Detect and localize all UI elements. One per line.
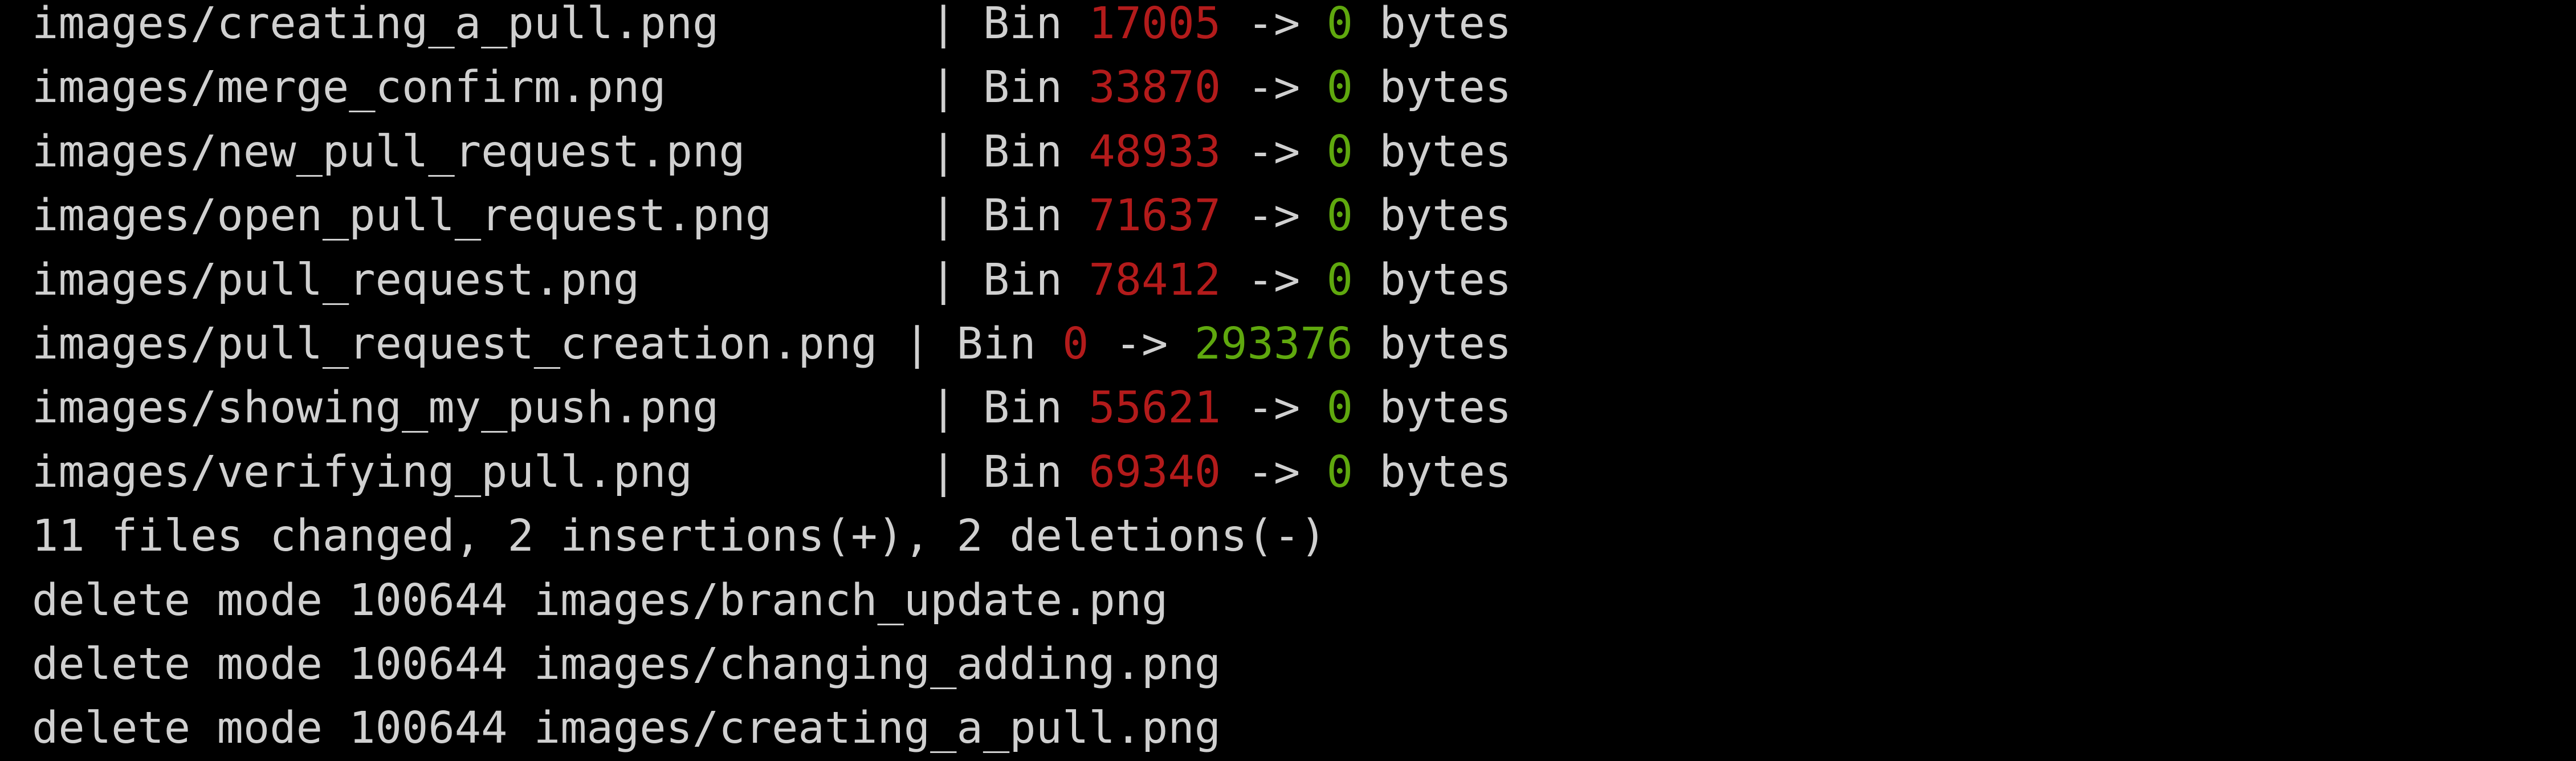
stat-separator: | Bin [903, 318, 1062, 369]
stat-separator: | Bin [930, 0, 1089, 49]
old-size: 33870 [1089, 62, 1221, 113]
delete-mode-line: delete mode 100644 images/branch_update.… [32, 575, 1168, 626]
diffstat-row: images/open_pull_request.png | Bin 71637… [32, 184, 2576, 248]
diffstat-row: images/showing_my_push.png | Bin 55621 -… [32, 376, 2576, 440]
new-size: 0 [1326, 0, 1353, 49]
delete-mode-line: delete mode 100644 images/changing_addin… [32, 638, 1221, 690]
new-size: 0 [1326, 62, 1353, 113]
file-path: images/new_pull_request.png [32, 126, 931, 177]
stat-separator: | Bin [930, 446, 1089, 498]
file-path: images/showing_my_push.png [32, 382, 931, 434]
size-unit: bytes [1352, 446, 1512, 498]
diffstat-row: images/pull_request_creation.png | Bin 0… [32, 312, 2576, 376]
size-unit: bytes [1352, 382, 1512, 434]
size-unit: bytes [1352, 126, 1512, 177]
new-size: 0 [1326, 254, 1353, 306]
arrow: -> [1089, 318, 1195, 369]
stat-separator: | Bin [930, 62, 1089, 113]
diffstat-row: images/verifying_pull.png | Bin 69340 ->… [32, 441, 2576, 504]
summary-line: 11 files changed, 2 insertions(+), 2 del… [32, 511, 1327, 562]
arrow: -> [1221, 0, 1327, 49]
arrow: -> [1221, 62, 1327, 113]
arrow: -> [1221, 190, 1327, 242]
arrow: -> [1221, 126, 1327, 177]
new-size: 293376 [1194, 318, 1353, 369]
file-path: images/merge_confirm.png [32, 62, 931, 113]
file-path: images/pull_request_creation.png [32, 318, 904, 369]
stat-separator: | Bin [930, 254, 1089, 306]
diffstat-row: images/creating_a_pull.png | Bin 17005 -… [32, 0, 2576, 56]
file-path: images/creating_a_pull.png [32, 0, 931, 49]
stat-separator: | Bin [930, 382, 1089, 434]
new-size: 0 [1326, 382, 1353, 434]
new-size: 0 [1326, 190, 1353, 242]
diffstat-row: images/merge_confirm.png | Bin 33870 -> … [32, 56, 2576, 120]
size-unit: bytes [1352, 0, 1512, 49]
old-size: 17005 [1089, 0, 1221, 49]
old-size: 48933 [1089, 126, 1221, 177]
diffstat-row: images/pull_request.png | Bin 78412 -> 0… [32, 249, 2576, 312]
arrow: -> [1221, 446, 1327, 498]
stat-separator: | Bin [930, 190, 1089, 242]
new-size: 0 [1326, 446, 1353, 498]
old-size: 0 [1062, 318, 1089, 369]
arrow: -> [1221, 382, 1327, 434]
old-size: 55621 [1089, 382, 1221, 434]
size-unit: bytes [1352, 62, 1512, 113]
diffstat-row: images/new_pull_request.png | Bin 48933 … [32, 120, 2576, 184]
arrow: -> [1221, 254, 1327, 306]
file-path: images/pull_request.png [32, 254, 931, 306]
new-size: 0 [1326, 126, 1353, 177]
stat-separator: | Bin [930, 126, 1089, 177]
size-unit: bytes [1352, 318, 1512, 369]
old-size: 71637 [1089, 190, 1221, 242]
old-size: 78412 [1089, 254, 1221, 306]
size-unit: bytes [1352, 190, 1512, 242]
terminal-window[interactable]: images/creating_a_pull.png | Bin 17005 -… [0, 0, 2576, 760]
delete-mode-line: delete mode 100644 images/creating_a_pul… [32, 703, 1221, 754]
size-unit: bytes [1352, 254, 1512, 306]
file-path: images/verifying_pull.png [32, 446, 931, 498]
old-size: 69340 [1089, 446, 1221, 498]
file-path: images/open_pull_request.png [32, 190, 931, 242]
